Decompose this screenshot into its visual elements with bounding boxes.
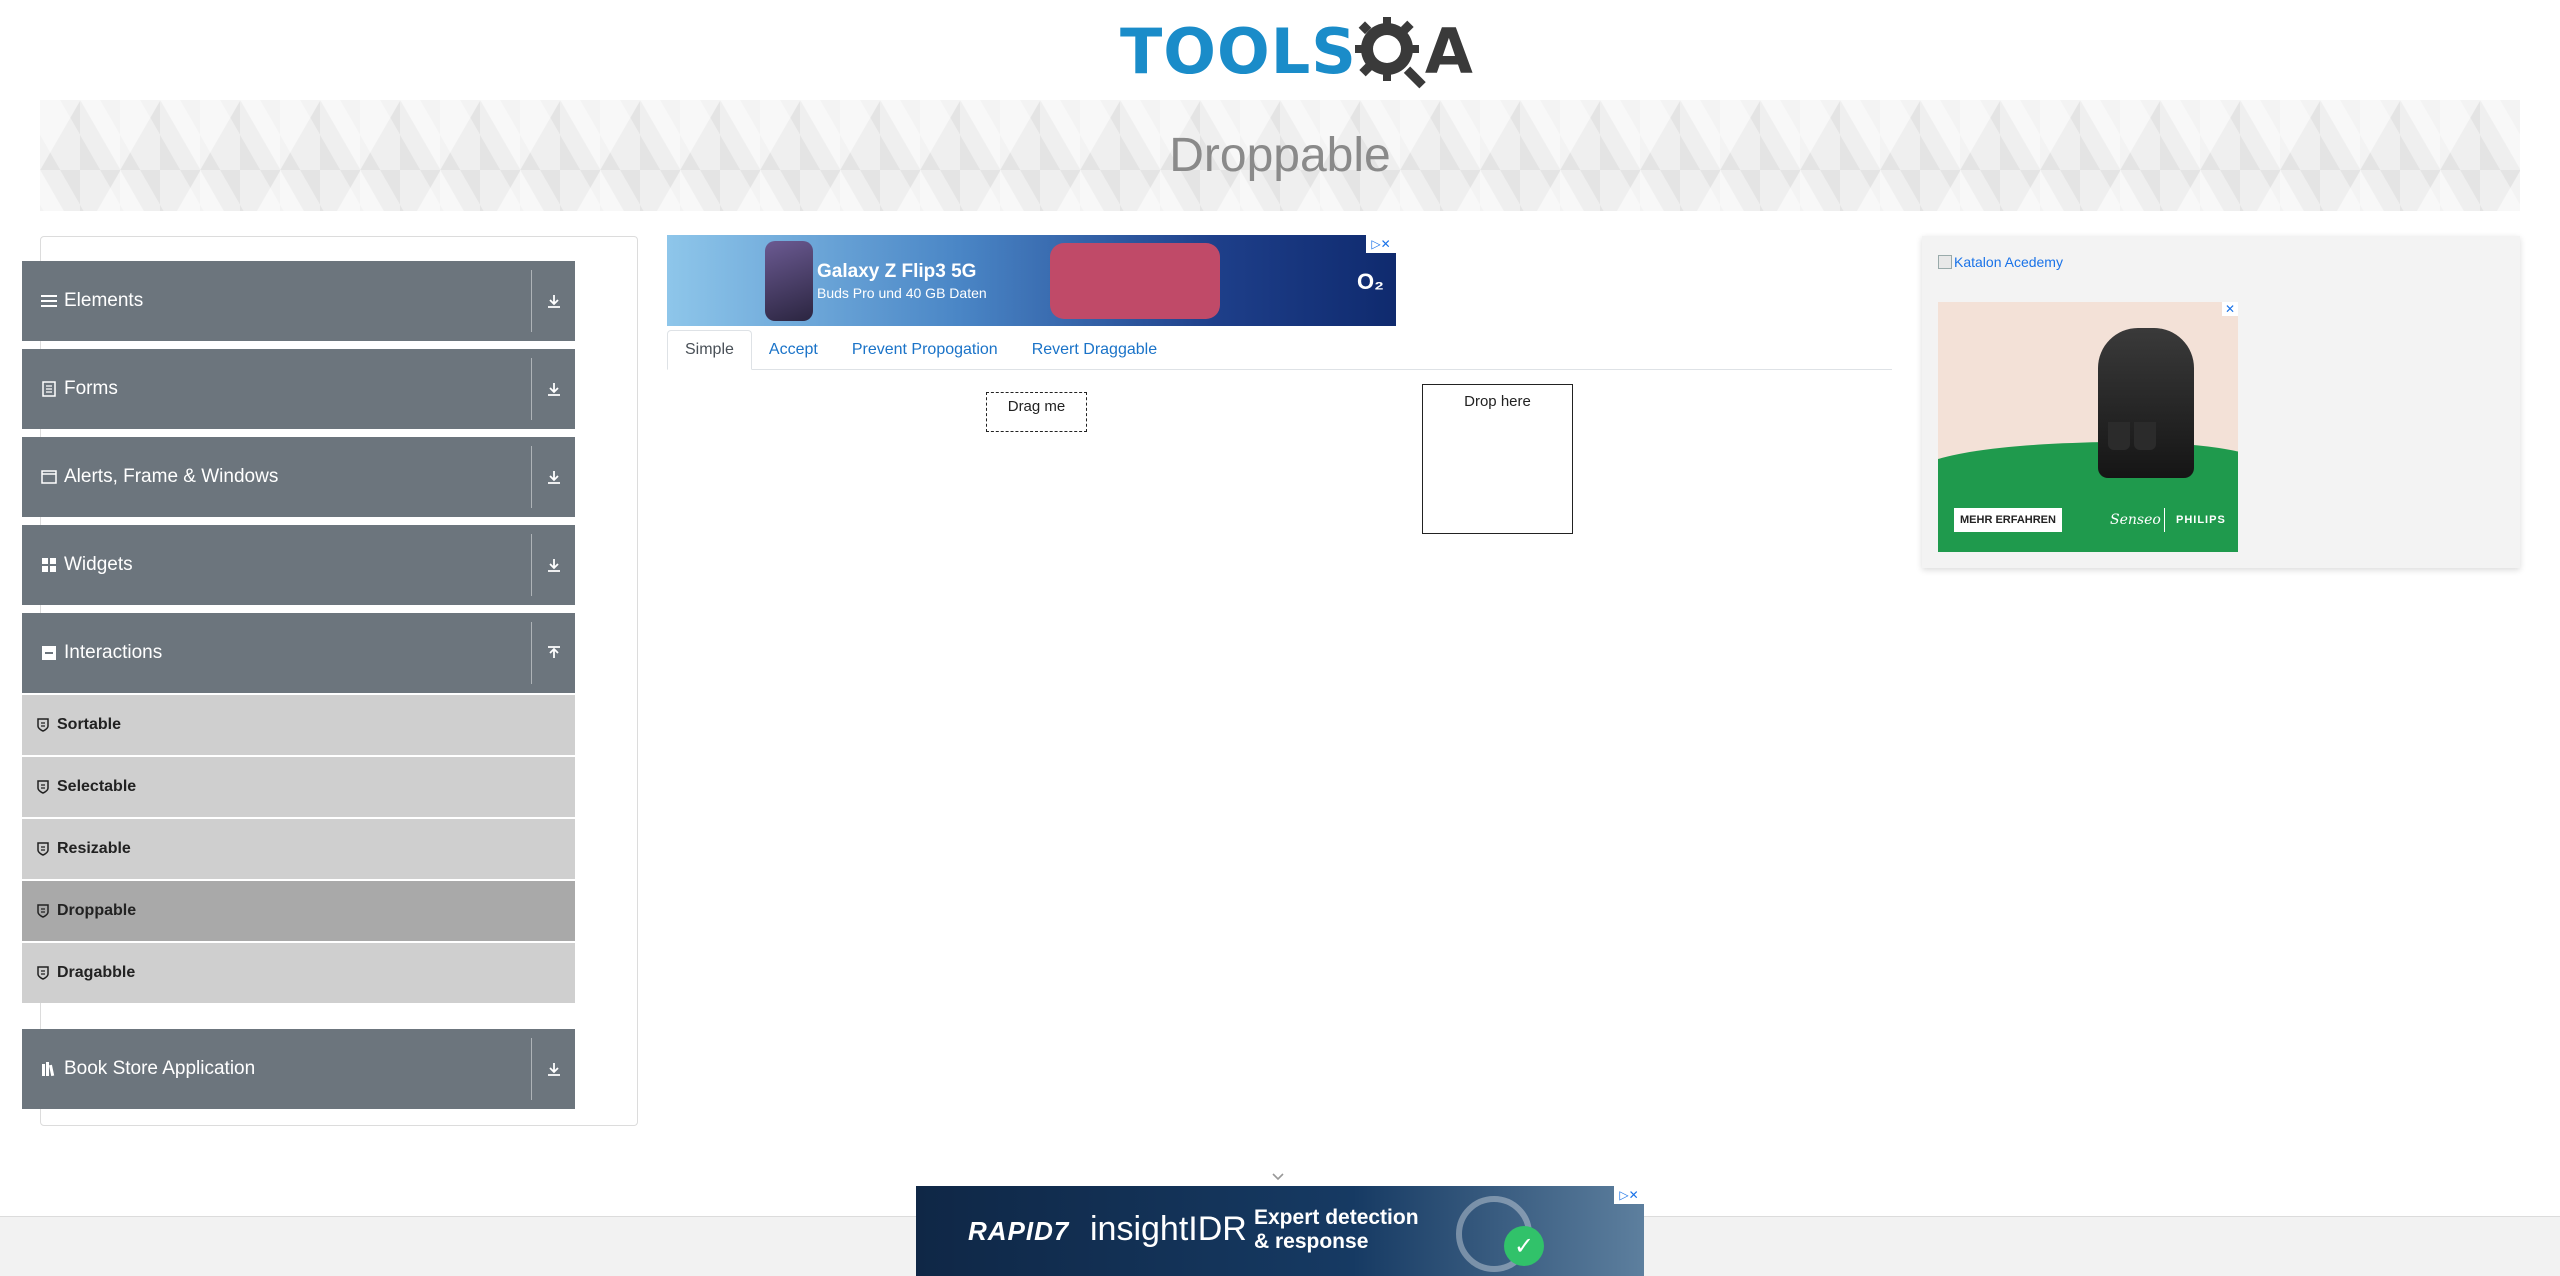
ad-close-icon[interactable]: ▷✕: [1614, 1186, 1644, 1204]
tab-simple[interactable]: Simple: [667, 330, 752, 370]
toolsqa-logo[interactable]: TOOLS A: [1120, 14, 1473, 90]
grid-icon: [40, 556, 58, 574]
ad-brand: O₂: [1357, 269, 1384, 294]
draggable-box[interactable]: Drag me: [986, 392, 1087, 432]
shield-icon: [37, 966, 49, 980]
check-icon: ✓: [1504, 1226, 1544, 1266]
logo-text: TOOLS: [1120, 15, 1357, 88]
shield-icon: [37, 718, 49, 732]
katalon-alt-text: Katalon Acedemy: [1954, 254, 2063, 270]
interactions-menu: Sortable Selectable Resizable Droppable …: [22, 693, 575, 1003]
sidebar-group-book-store[interactable]: Book Store Application: [22, 1029, 575, 1109]
rapid7-logo: RAPID7: [968, 1216, 1070, 1246]
download-arrow-icon[interactable]: [532, 1029, 575, 1109]
group-header[interactable]: Widgets: [22, 525, 575, 605]
document-icon: [40, 380, 58, 398]
ad-headline: Expert detection & response: [1254, 1206, 1419, 1254]
group-title: Alerts, Frame & Windows: [64, 466, 279, 487]
group-title: Forms: [64, 378, 118, 399]
page-title: Droppable: [1169, 129, 1391, 182]
tab-revert-draggable[interactable]: Revert Draggable: [1015, 330, 1174, 370]
insightidr-logo: insightIDR: [1090, 1210, 1247, 1248]
window-icon: [40, 468, 58, 486]
menu-item-label: Sortable: [57, 716, 122, 733]
hamburger-icon: [40, 292, 58, 310]
coffee-machine-image: [2098, 328, 2194, 478]
mehr-erfahren-button[interactable]: MEHR ERFAHREN: [1954, 508, 2062, 532]
books-icon: [40, 1060, 58, 1078]
menu-item-label: Droppable: [57, 902, 137, 919]
group-header[interactable]: Book Store Application: [22, 1029, 575, 1109]
group-header[interactable]: Interactions: [22, 613, 575, 693]
group-header[interactable]: Forms: [22, 349, 575, 429]
menu-item-sortable[interactable]: Sortable: [22, 693, 575, 755]
headline-line-1: Expert detection: [1254, 1206, 1419, 1229]
menu-item-label: Resizable: [57, 840, 131, 857]
chevron-down-icon[interactable]: [1268, 1166, 1288, 1186]
page-banner: Droppable: [40, 100, 2520, 211]
logo-suffix: A: [1424, 15, 1473, 88]
tab-prevent-propogation[interactable]: Prevent Propogation: [835, 330, 1015, 370]
menu-item-resizable[interactable]: Resizable: [22, 817, 575, 879]
page-root: TOOLS A Droppable Elements Forms Alerts,…: [0, 0, 2560, 1276]
group-title: Elements: [64, 290, 144, 311]
menu-item-dragabble[interactable]: Dragabble: [22, 941, 575, 1003]
sidebar-group-forms[interactable]: Forms: [22, 349, 575, 429]
right-advertisement: Katalon Acedemy MEHR ERFAHREN Senseo PHI…: [1922, 236, 2520, 568]
tab-accept[interactable]: Accept: [752, 330, 835, 370]
brand-separator: [2164, 508, 2165, 532]
menu-item-label: Dragabble: [57, 964, 136, 981]
gear-magnifier-icon: [1353, 15, 1427, 89]
bottom-advertisement[interactable]: RAPID7 insightIDR Expert detection & res…: [916, 1186, 1644, 1276]
sidebar-group-elements[interactable]: Elements: [22, 261, 575, 341]
download-arrow-icon[interactable]: [532, 349, 575, 429]
interactions-icon: [40, 644, 58, 662]
droppable-box[interactable]: Drop here: [1422, 384, 1573, 534]
menu-item-selectable[interactable]: Selectable: [22, 755, 575, 817]
droppable-tabs: Simple Accept Prevent Propogation Revert…: [667, 330, 1892, 370]
shield-icon: [37, 842, 49, 856]
ad-graphic: [1050, 243, 1220, 319]
group-title: Interactions: [64, 642, 163, 663]
menu-item-droppable[interactable]: Droppable: [22, 879, 575, 941]
ad-close-icon[interactable]: ✕: [2222, 302, 2238, 316]
shield-icon: [37, 904, 49, 918]
group-title: Book Store Application: [64, 1058, 256, 1079]
group-header[interactable]: Elements: [22, 261, 575, 341]
broken-image-icon: [1938, 255, 1952, 269]
shield-icon: [37, 780, 49, 794]
sidebar-group-alerts[interactable]: Alerts, Frame & Windows: [22, 437, 575, 517]
coffee-machine-ad[interactable]: MEHR ERFAHREN Senseo PHILIPS ✕: [1938, 302, 2238, 552]
coffee-cup: [2134, 422, 2156, 450]
download-arrow-icon[interactable]: [532, 525, 575, 605]
top-advertisement[interactable]: Galaxy Z Flip3 5G Buds Pro und 40 GB Dat…: [667, 235, 1396, 326]
phone-image: [765, 241, 813, 321]
download-arrow-icon[interactable]: [532, 261, 575, 341]
katalon-academy-link[interactable]: Katalon Acedemy: [1938, 254, 2063, 270]
sidebar-group-interactions[interactable]: Interactions: [22, 613, 575, 693]
ad-close-icon[interactable]: ▷✕: [1366, 235, 1396, 253]
menu-item-label: Selectable: [57, 778, 137, 795]
senseo-logo: Senseo: [2110, 512, 2161, 528]
headline-line-2: & response: [1254, 1230, 1369, 1253]
group-title: Widgets: [64, 554, 133, 575]
group-header[interactable]: Alerts, Frame & Windows: [22, 437, 575, 517]
coffee-cup: [2108, 422, 2130, 450]
download-arrow-icon[interactable]: [532, 437, 575, 517]
sidebar-group-widgets[interactable]: Widgets: [22, 525, 575, 605]
ad-title: Galaxy Z Flip3 5G: [817, 261, 977, 282]
philips-logo: PHILIPS: [2176, 514, 2226, 526]
upload-arrow-icon[interactable]: [532, 613, 575, 693]
ad-subtitle: Buds Pro und 40 GB Daten: [817, 285, 987, 301]
